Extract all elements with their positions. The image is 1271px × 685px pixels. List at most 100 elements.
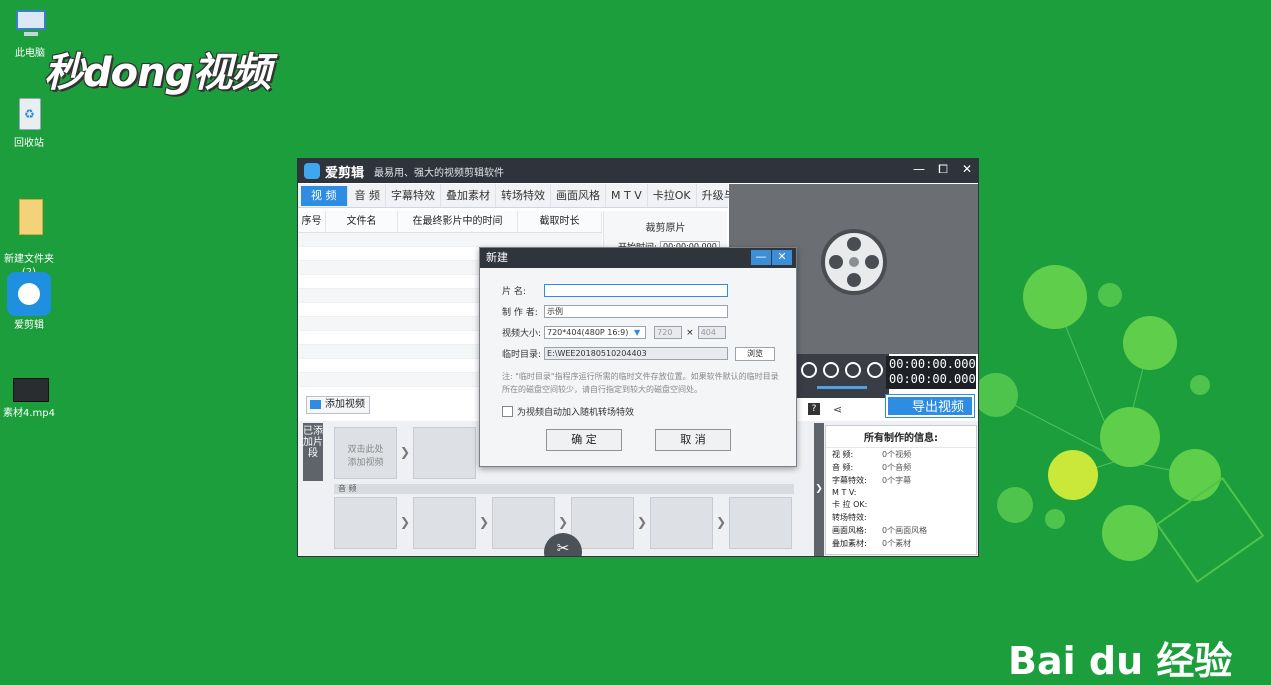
trim-title: 裁剪原片 bbox=[645, 223, 686, 234]
production-info-panel: 所有制作的信息: 视 频: 0个视频 音 频: 0个音频 字幕特效: 0个字幕 M T… bbox=[825, 425, 977, 555]
maximize-button[interactable]: ⧠ bbox=[936, 162, 950, 177]
height-input: 404 bbox=[697, 326, 726, 339]
recycle-bin-icon: ♻ bbox=[9, 94, 49, 134]
tab-transitions[interactable]: 转场特效 bbox=[496, 184, 551, 207]
video-size-label: 视频大小: bbox=[502, 329, 542, 339]
chevron-down-icon[interactable]: ▼ bbox=[634, 328, 640, 337]
decorative-icons-graphic bbox=[974, 265, 1265, 584]
video-size-select[interactable]: 720*404(480P 16:9) bbox=[544, 326, 646, 339]
arrow-icon: ❯ bbox=[716, 515, 727, 529]
add-video-slot[interactable]: 双击此处 添加视频 bbox=[334, 427, 397, 479]
info-key: 字幕特效: bbox=[832, 476, 867, 485]
share-icon[interactable]: ⋖ bbox=[833, 403, 842, 416]
info-value: 0个音频 bbox=[882, 463, 912, 472]
total-timecode: 00:00:00.000 bbox=[889, 372, 976, 386]
tab-mtv[interactable]: M T V bbox=[606, 184, 648, 207]
tab-audio[interactable]: 音 频 bbox=[350, 184, 386, 207]
audio-track-label: 音 频 bbox=[334, 484, 794, 494]
checkbox-icon[interactable] bbox=[502, 406, 513, 417]
auto-transition-checkbox[interactable]: 为视频自动加入随机转场特效 bbox=[502, 405, 634, 418]
audio-slot[interactable] bbox=[334, 497, 397, 549]
column-header[interactable]: 序号 bbox=[298, 211, 326, 232]
checkbox-label: 为视频自动加入随机转场特效 bbox=[517, 408, 635, 418]
tab-overlay[interactable]: 叠加素材 bbox=[441, 184, 496, 207]
desktop-icon-video-file[interactable]: 素材4.mp4 bbox=[0, 376, 64, 420]
arrow-icon: ❯ bbox=[479, 515, 490, 529]
info-key: 卡 拉 OK: bbox=[832, 500, 868, 509]
width-input: 720 bbox=[654, 326, 683, 339]
audio-slot[interactable] bbox=[650, 497, 713, 549]
ok-button[interactable]: 确 定 bbox=[546, 429, 622, 451]
column-header[interactable]: 截取时长 bbox=[518, 211, 602, 232]
desktop-icon-label: 回收站 bbox=[14, 138, 44, 149]
desktop-icon-aijianji[interactable]: 爱剪辑 bbox=[0, 272, 64, 332]
author-input[interactable]: 示例 bbox=[544, 305, 728, 318]
dialog-close-button[interactable]: ✕ bbox=[772, 250, 792, 265]
play-button[interactable] bbox=[801, 362, 817, 378]
added-clips-label: 已添加片段 bbox=[303, 423, 323, 481]
watermark-logo: 秒dong视频 bbox=[44, 50, 271, 96]
video-list-header: 序号 文件名 在最终影片中的时间 截取时长 bbox=[298, 211, 602, 233]
clip-slot[interactable] bbox=[413, 427, 476, 479]
info-key: 视 频: bbox=[832, 450, 854, 459]
temp-dir-note: 注: "临时目录"指程序运行所需的临时文件存放位置。如果软件默认的临时目录所在的… bbox=[502, 372, 779, 394]
computer-icon bbox=[10, 4, 50, 44]
author-label: 制 作 者: bbox=[502, 308, 538, 318]
column-header[interactable]: 在最终影片中的时间 bbox=[398, 211, 518, 232]
column-header[interactable]: 文件名 bbox=[326, 211, 398, 232]
baidu-jingyan-logo: Bai du 经验 bbox=[1008, 639, 1233, 683]
temp-dir-label: 临时目录: bbox=[502, 350, 542, 360]
info-key: 音 频: bbox=[832, 463, 854, 472]
info-value: 0个字幕 bbox=[882, 476, 912, 485]
main-tabs: 视 频 音 频 字幕特效 叠加素材 转场特效 画面风格 M T V 卡拉OK 升… bbox=[298, 184, 763, 208]
info-title: 所有制作的信息: bbox=[826, 426, 976, 448]
new-project-dialog: 新建 — ✕ 片 名: 制 作 者: 示例 视频大小: 720*404(480P… bbox=[479, 247, 797, 467]
audio-slot[interactable] bbox=[729, 497, 792, 549]
prev-frame-button[interactable] bbox=[845, 362, 861, 378]
video-thumbnail-icon bbox=[9, 376, 49, 404]
cancel-button[interactable]: 取 消 bbox=[655, 429, 731, 451]
stop-button[interactable] bbox=[823, 362, 839, 378]
desktop-icon-new-folder[interactable]: 新建文件夹 (2) bbox=[0, 184, 64, 279]
tab-subtitle-effects[interactable]: 字幕特效 bbox=[386, 184, 441, 207]
audio-slot[interactable] bbox=[492, 497, 555, 549]
minimize-button[interactable]: — bbox=[912, 162, 926, 177]
desktop-icon-label: 爱剪辑 bbox=[14, 320, 44, 331]
info-value: 0个素材 bbox=[882, 539, 912, 548]
dialog-minimize-button[interactable]: — bbox=[751, 250, 771, 265]
app-name: 爱剪辑 bbox=[325, 165, 365, 181]
film-name-input[interactable] bbox=[544, 284, 728, 297]
app-logo-icon bbox=[304, 163, 320, 179]
arrow-icon: ❯ bbox=[400, 445, 411, 459]
volume-slider[interactable] bbox=[817, 386, 867, 389]
dialog-title[interactable]: 新建 bbox=[480, 248, 796, 268]
add-video-button[interactable]: 添加视频 bbox=[306, 396, 370, 414]
audio-slot[interactable] bbox=[571, 497, 634, 549]
timecode-display: 00:00:00.000 00:00:00.000 bbox=[886, 356, 976, 389]
info-key: 叠加素材: bbox=[832, 539, 867, 548]
tab-video[interactable]: 视 频 bbox=[301, 186, 348, 206]
audio-slot[interactable] bbox=[413, 497, 476, 549]
window-titlebar[interactable]: 爱剪辑 最易用、强大的视频剪辑软件 — ⧠ ✕ bbox=[298, 159, 978, 183]
tab-karaoke[interactable]: 卡拉OK bbox=[648, 184, 697, 207]
current-timecode: 00:00:00.000 bbox=[889, 357, 976, 371]
expand-panel-button[interactable]: ❯ bbox=[814, 423, 824, 556]
info-value: 0个画面风格 bbox=[882, 526, 928, 535]
app-slogan: 最易用、强大的视频剪辑软件 bbox=[374, 167, 505, 179]
info-key: M T V: bbox=[832, 488, 857, 497]
info-key: 画面风格: bbox=[832, 526, 867, 535]
desktop-icon-recycle-bin[interactable]: ♻ 回收站 bbox=[0, 94, 64, 150]
film-name-label: 片 名: bbox=[502, 287, 526, 297]
browse-button[interactable]: 浏览 bbox=[735, 347, 775, 361]
desktop-icon-label: 此电脑 bbox=[15, 48, 45, 59]
temp-dir-input: E:\WEE20180510204403 bbox=[544, 347, 728, 360]
next-frame-button[interactable] bbox=[867, 362, 883, 378]
close-button[interactable]: ✕ bbox=[960, 162, 974, 177]
export-video-button[interactable]: 导出视频 bbox=[885, 394, 975, 418]
arrow-icon: ❯ bbox=[400, 515, 411, 529]
help-icon[interactable]: ? bbox=[808, 403, 820, 415]
aijianji-app-icon bbox=[7, 272, 51, 316]
arrow-icon: ❯ bbox=[637, 515, 648, 529]
desktop-icon-label: 素材4.mp4 bbox=[3, 408, 55, 419]
tab-picture-style[interactable]: 画面风格 bbox=[551, 184, 606, 207]
